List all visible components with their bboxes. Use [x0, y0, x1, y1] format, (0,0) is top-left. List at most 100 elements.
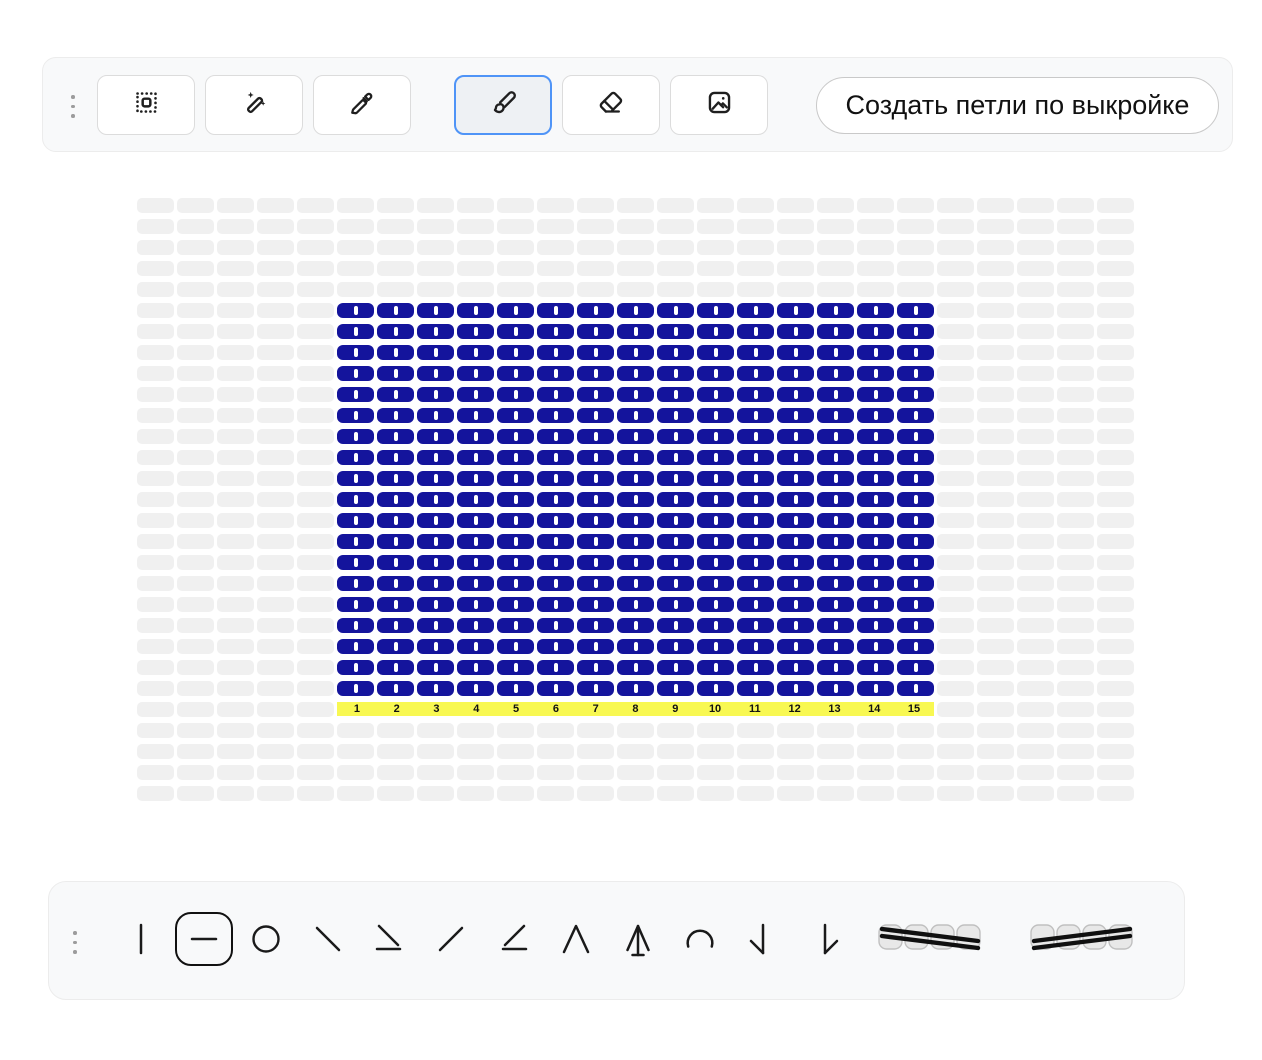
stitch-cell[interactable] [577, 534, 614, 549]
empty-cell[interactable] [737, 744, 774, 759]
stitch-cell[interactable] [617, 345, 654, 360]
empty-cell[interactable] [1057, 765, 1094, 780]
toolbar-drag-handle[interactable] [73, 931, 77, 954]
empty-cell[interactable] [737, 219, 774, 234]
empty-cell[interactable] [417, 765, 454, 780]
empty-cell[interactable] [177, 429, 214, 444]
empty-cell[interactable] [297, 534, 334, 549]
stitch-cell[interactable] [777, 618, 814, 633]
empty-cell[interactable] [257, 303, 294, 318]
empty-cell[interactable] [857, 744, 894, 759]
stitch-cell[interactable] [857, 366, 894, 381]
stitch-cell[interactable] [577, 408, 614, 423]
empty-cell[interactable] [1097, 597, 1134, 612]
empty-cell[interactable] [217, 765, 254, 780]
stitch-cell[interactable] [817, 345, 854, 360]
stitch-cell[interactable] [817, 534, 854, 549]
empty-cell[interactable] [697, 723, 734, 738]
stitch-cell[interactable] [697, 366, 734, 381]
stitch-cell[interactable] [457, 471, 494, 486]
empty-cell[interactable] [737, 723, 774, 738]
empty-cell[interactable] [177, 261, 214, 276]
empty-cell[interactable] [177, 576, 214, 591]
stitch-cell[interactable] [577, 660, 614, 675]
stitch-cell[interactable] [657, 387, 694, 402]
empty-cell[interactable] [617, 282, 654, 297]
empty-cell[interactable] [137, 366, 174, 381]
stitch-cell[interactable] [577, 597, 614, 612]
empty-cell[interactable] [1017, 723, 1054, 738]
empty-cell[interactable] [1097, 534, 1134, 549]
empty-cell[interactable] [297, 576, 334, 591]
stitch-cell[interactable] [537, 324, 574, 339]
empty-cell[interactable] [417, 744, 454, 759]
empty-cell[interactable] [537, 786, 574, 801]
empty-cell[interactable] [977, 744, 1014, 759]
empty-cell[interactable] [1017, 513, 1054, 528]
empty-cell[interactable] [1097, 513, 1134, 528]
empty-cell[interactable] [777, 240, 814, 255]
empty-cell[interactable] [1057, 660, 1094, 675]
empty-cell[interactable] [137, 240, 174, 255]
stitch-cell[interactable] [577, 513, 614, 528]
stitch-cell[interactable] [337, 345, 374, 360]
stitch-cell[interactable] [497, 576, 534, 591]
stitch-cell[interactable] [497, 660, 534, 675]
stitch-cell[interactable] [737, 387, 774, 402]
empty-cell[interactable] [377, 282, 414, 297]
stitch-cell[interactable] [337, 639, 374, 654]
empty-cell[interactable] [137, 555, 174, 570]
empty-cell[interactable] [1017, 387, 1054, 402]
empty-cell[interactable] [137, 408, 174, 423]
empty-cell[interactable] [457, 261, 494, 276]
empty-cell[interactable] [977, 492, 1014, 507]
stitch-cell[interactable] [377, 597, 414, 612]
empty-cell[interactable] [577, 219, 614, 234]
empty-cell[interactable] [937, 471, 974, 486]
stitch-cell[interactable] [337, 555, 374, 570]
empty-cell[interactable] [217, 555, 254, 570]
empty-cell[interactable] [297, 387, 334, 402]
empty-cell[interactable] [297, 744, 334, 759]
empty-cell[interactable] [1097, 261, 1134, 276]
stitch-cell[interactable] [377, 513, 414, 528]
empty-cell[interactable] [577, 282, 614, 297]
stitch-cell[interactable] [857, 681, 894, 696]
empty-cell[interactable] [257, 282, 294, 297]
stitch-cell[interactable] [697, 639, 734, 654]
empty-cell[interactable] [177, 660, 214, 675]
empty-cell[interactable] [897, 261, 934, 276]
empty-cell[interactable] [177, 408, 214, 423]
stitch-cell[interactable] [697, 513, 734, 528]
empty-cell[interactable] [137, 639, 174, 654]
stitch-cell[interactable] [497, 681, 534, 696]
stitch-cell[interactable] [417, 597, 454, 612]
stitch-cell[interactable] [417, 534, 454, 549]
empty-cell[interactable] [817, 744, 854, 759]
empty-cell[interactable] [1057, 345, 1094, 360]
empty-cell[interactable] [297, 492, 334, 507]
stitch-cell[interactable] [897, 303, 934, 318]
empty-cell[interactable] [1017, 429, 1054, 444]
empty-cell[interactable] [137, 576, 174, 591]
empty-cell[interactable] [337, 723, 374, 738]
stitch-cell[interactable] [497, 618, 534, 633]
stitch-cell[interactable] [537, 366, 574, 381]
empty-cell[interactable] [657, 240, 694, 255]
stitch-cell[interactable] [577, 450, 614, 465]
empty-cell[interactable] [1097, 366, 1134, 381]
empty-cell[interactable] [137, 702, 174, 717]
empty-cell[interactable] [937, 534, 974, 549]
empty-cell[interactable] [897, 765, 934, 780]
empty-cell[interactable] [497, 261, 534, 276]
stitch-cell[interactable] [337, 366, 374, 381]
stitch-cell[interactable] [857, 534, 894, 549]
stitch-cell[interactable] [417, 555, 454, 570]
empty-cell[interactable] [337, 261, 374, 276]
empty-cell[interactable] [617, 240, 654, 255]
empty-cell[interactable] [1097, 660, 1134, 675]
stitch-cell[interactable] [337, 324, 374, 339]
stitch-cell[interactable] [497, 513, 534, 528]
empty-cell[interactable] [457, 744, 494, 759]
empty-cell[interactable] [417, 219, 454, 234]
